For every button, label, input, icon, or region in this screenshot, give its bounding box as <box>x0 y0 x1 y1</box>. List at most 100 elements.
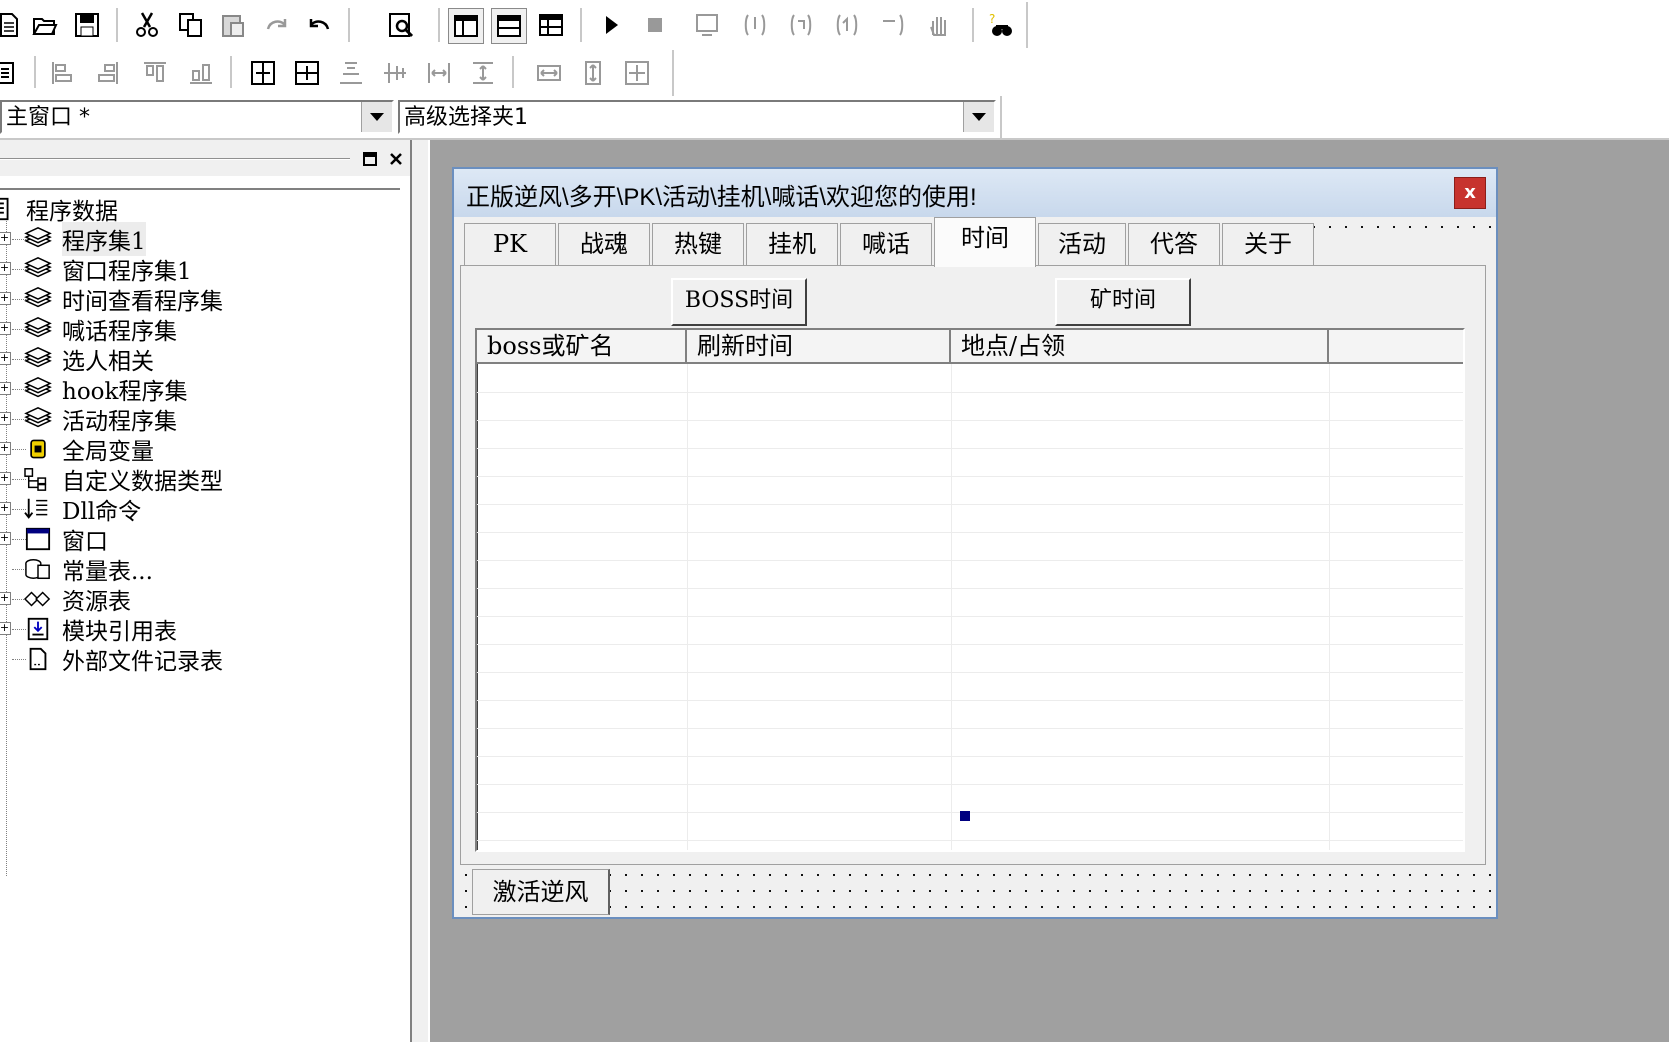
distribute-top-icon[interactable] <box>336 58 366 88</box>
control-select[interactable]: 高级选择夹1 <box>398 100 996 134</box>
tree-item[interactable]: + 活动程序集 <box>0 404 177 435</box>
distribute-middle-icon[interactable] <box>380 58 410 88</box>
tab-8[interactable]: 代答 <box>1128 223 1220 265</box>
step-out-icon[interactable] <box>832 10 862 40</box>
expand-icon[interactable]: + <box>0 292 11 305</box>
maximize-icon[interactable] <box>360 150 380 168</box>
expand-icon[interactable]: + <box>0 622 11 635</box>
tab-2[interactable]: 战魂 <box>558 223 650 265</box>
tab-6[interactable]: 时间 <box>934 217 1036 267</box>
same-height-icon[interactable] <box>578 58 608 88</box>
time-list[interactable]: boss或矿名 刷新时间 地点/占领 <box>475 328 1465 852</box>
align-bottom-icon[interactable] <box>186 58 216 88</box>
tree-item-label: 选人相关 <box>62 349 154 375</box>
tree-item[interactable]: + 资源表 <box>0 584 131 615</box>
expand-icon[interactable]: + <box>0 262 11 275</box>
activate-tab[interactable]: 激活逆风 <box>472 869 610 915</box>
tree-item[interactable]: + 选人相关 <box>0 344 154 375</box>
tree-item-label: 窗口 <box>62 529 108 555</box>
mine-time-button[interactable]: 矿时间 <box>1055 278 1191 326</box>
window-close-button[interactable]: x <box>1454 177 1486 209</box>
tree-item-label: 喊话程序集 <box>62 319 177 345</box>
expand-icon[interactable]: + <box>0 352 11 365</box>
align-tool-icon[interactable] <box>0 58 20 88</box>
tree-item[interactable]: + 窗口 <box>0 524 108 555</box>
expand-icon[interactable]: + <box>0 322 11 335</box>
hand-icon[interactable] <box>924 10 954 40</box>
column-header-location[interactable]: 地点/占领 <box>951 330 1329 364</box>
selection-handle[interactable] <box>960 811 970 821</box>
equal-spacing-v-icon[interactable] <box>468 58 498 88</box>
tab-1[interactable]: PK <box>464 223 556 265</box>
expand-icon[interactable]: + <box>0 472 11 485</box>
layout-window-icon[interactable] <box>448 8 484 44</box>
main-toolbar: ? <box>0 0 1030 50</box>
tree-root[interactable]: 程序数据 <box>0 194 118 225</box>
equal-spacing-h-icon[interactable] <box>424 58 454 88</box>
redo-icon[interactable] <box>262 10 292 40</box>
tree-item[interactable]: + 全局变量 <box>0 434 154 465</box>
new-document-icon[interactable] <box>0 10 24 40</box>
cut-icon[interactable] <box>132 10 162 40</box>
tree-item[interactable]: + hook程序集 <box>0 374 187 405</box>
expand-icon[interactable]: + <box>0 592 11 605</box>
copy-icon[interactable] <box>176 10 206 40</box>
column-header-name[interactable]: boss或矿名 <box>477 330 687 364</box>
open-folder-icon[interactable] <box>30 10 60 40</box>
window-title: 正版逆风\多开\PK\活动\挂机\喊话\欢迎您的使用! <box>466 184 977 211</box>
tab-9[interactable]: 关于 <box>1222 223 1314 265</box>
expand-icon[interactable]: + <box>0 442 11 455</box>
step-into-icon[interactable] <box>740 10 770 40</box>
tree-item[interactable]: + 模块引用表 <box>0 614 177 645</box>
align-top-icon[interactable] <box>140 58 170 88</box>
step-over-icon[interactable] <box>786 10 816 40</box>
center-vertical-icon[interactable] <box>292 58 322 88</box>
designed-window[interactable]: 正版逆风\多开\PK\活动\挂机\喊话\欢迎您的使用! x PK 战魂 热键 挂机 喊话… <box>452 167 1498 919</box>
align-right-icon[interactable] <box>92 58 122 88</box>
tree-item[interactable]: + Dll命令 <box>0 494 141 525</box>
layout-tab-icon[interactable] <box>491 8 527 44</box>
tab-7[interactable]: 活动 <box>1038 223 1126 265</box>
return-icon[interactable] <box>878 10 908 40</box>
center-horizontal-icon[interactable] <box>248 58 278 88</box>
expand-icon[interactable]: + <box>0 502 11 515</box>
stop-icon[interactable] <box>640 10 670 40</box>
search-help-icon[interactable]: ? <box>986 10 1016 40</box>
tree-item[interactable]: + 程序集1 <box>0 222 146 256</box>
same-size-icon[interactable] <box>622 58 652 88</box>
tree-item-label: 活动程序集 <box>62 409 177 435</box>
expand-icon[interactable]: + <box>0 532 11 545</box>
expand-icon[interactable]: + <box>0 382 11 395</box>
tab-4[interactable]: 挂机 <box>746 223 838 265</box>
tab-3[interactable]: 热键 <box>652 223 744 265</box>
alignment-toolbar <box>0 50 675 96</box>
align-left-icon[interactable] <box>48 58 78 88</box>
tree-item-label: 自定义数据类型 <box>62 469 223 495</box>
tab-5[interactable]: 喊话 <box>840 223 932 265</box>
undo-icon[interactable] <box>304 10 334 40</box>
tree-item[interactable]: + 窗口程序集1 <box>0 254 192 285</box>
expand-icon[interactable]: + <box>0 412 11 425</box>
window-select-dropdown[interactable] <box>361 102 392 132</box>
column-header-extra[interactable] <box>1329 330 1463 364</box>
expand-icon[interactable]: + <box>0 232 11 245</box>
paste-icon[interactable] <box>218 10 248 40</box>
tree-item[interactable]: + 喊话程序集 <box>0 314 177 345</box>
tree-item-label: 常量表... <box>62 559 153 585</box>
control-select-dropdown[interactable] <box>963 102 994 132</box>
find-icon[interactable] <box>386 10 416 40</box>
tree-item[interactable]: + 时间查看程序集 <box>0 284 223 315</box>
close-icon[interactable] <box>386 150 406 168</box>
tree-item[interactable]: 外部文件记录表 <box>0 644 223 675</box>
panel-splitter[interactable] <box>410 140 428 1042</box>
tree-item[interactable]: 常量表... <box>0 554 153 585</box>
window-select[interactable]: 主窗口 * <box>0 100 394 134</box>
save-icon[interactable] <box>72 10 102 40</box>
same-width-icon[interactable] <box>534 58 564 88</box>
tree-item[interactable]: + 自定义数据类型 <box>0 464 223 495</box>
boss-time-button[interactable]: BOSS时间 <box>671 278 807 326</box>
column-header-refresh[interactable]: 刷新时间 <box>687 330 951 364</box>
run-icon[interactable] <box>596 10 626 40</box>
step-icon[interactable] <box>692 10 722 40</box>
layout-grid-icon[interactable] <box>536 10 566 40</box>
